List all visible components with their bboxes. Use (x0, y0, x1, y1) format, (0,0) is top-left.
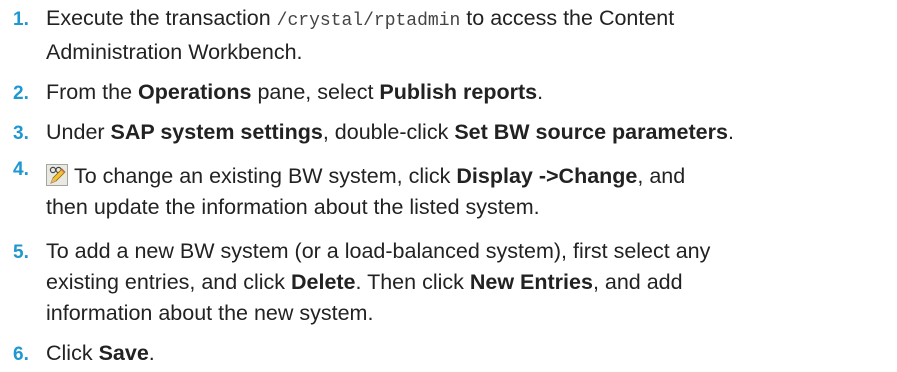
step-text: To add a new BW system (or a load-balanc… (46, 236, 886, 329)
step-number: 4. (13, 159, 29, 180)
step-text-part: Click (46, 341, 99, 365)
ui-term-new-entries: New Entries (469, 270, 593, 294)
step-text-part: Administration Workbench. (46, 40, 303, 64)
step-text-part: , and (637, 164, 686, 188)
step-text: From the Operations pane, select Publish… (46, 77, 886, 108)
step-number: 6. (13, 344, 29, 365)
ui-term-delete: Delete (290, 270, 356, 294)
step-text-part: . (148, 341, 155, 365)
step-text-part: . Then click (355, 270, 470, 294)
step-number: 1. (13, 9, 29, 30)
step-text-part: Execute the transaction (46, 6, 277, 30)
step-number: 2. (13, 83, 29, 104)
transaction-code: /crystal/rptadmin (276, 11, 461, 31)
ui-term-operations: Operations (138, 80, 252, 104)
step-text: Click Save. (46, 338, 886, 369)
step-text: Under SAP system settings, double-click … (46, 117, 886, 148)
step-text-part: . (727, 120, 734, 144)
ui-term-display-change: Display ->Change (456, 164, 638, 188)
step-text-part: Under (46, 120, 111, 144)
step-text-part: then update the information about the li… (46, 195, 540, 219)
step-text-part: to access the Content (460, 6, 675, 30)
ui-term-sap-system-settings: SAP system settings (110, 120, 323, 144)
step-text-part: information about the new system. (46, 301, 374, 325)
edit-pencil-glasses-icon (46, 164, 68, 186)
ui-term-set-bw-source-parameters: Set BW source parameters (454, 120, 728, 144)
step-text-part: To change an existing BW system, click (74, 164, 457, 188)
step-text-part: , and add (592, 270, 683, 294)
step-text-part: existing entries, and click (46, 270, 291, 294)
step-text-part: From the (46, 80, 138, 104)
step-text-part: , double-click (322, 120, 455, 144)
step-text-part: To add a new BW system (or a load-balanc… (46, 239, 711, 263)
step-number: 5. (13, 242, 29, 263)
step-text: To change an existing BW system, click D… (46, 161, 886, 223)
ui-term-publish-reports: Publish reports (379, 80, 538, 104)
ui-term-save: Save (98, 341, 149, 365)
step-number: 3. (13, 123, 29, 144)
step-text-part: pane, select (251, 80, 380, 104)
step-text-part: . (537, 80, 544, 104)
step-text: Execute the transaction /crystal/rptadmi… (46, 3, 886, 68)
